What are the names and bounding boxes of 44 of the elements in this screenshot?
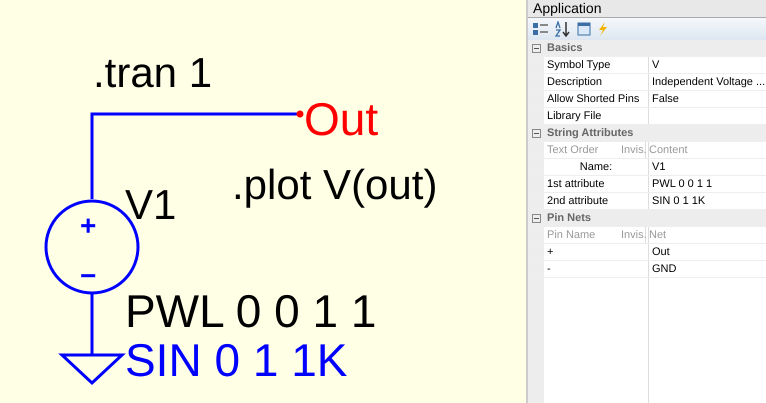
net-label: Out [304,96,378,142]
collapse-toggle[interactable] [532,214,540,222]
ground-icon [58,354,126,386]
column-header: Invis. [621,142,646,158]
property-value: False [651,93,679,105]
property-name: Library File [544,108,649,124]
property-value: Content [648,144,688,156]
dropdown[interactable]: Application [528,0,766,18]
section-header: String Attributes [546,127,634,139]
net-dot [296,110,304,118]
property-name: + [544,244,649,260]
property-name: 1st attribute [544,176,649,192]
categorized-icon[interactable] [532,21,550,37]
property-name: Allow Shorted Pins [544,91,649,107]
section-header: Pin Nets [546,212,592,224]
minus-sign: − [80,262,96,290]
directive-text: .tran 1 [93,52,212,94]
column-header: Invis. [621,227,646,243]
component-attribute: PWL 0 0 1 1 [125,288,376,334]
component-name: V1 [125,184,176,226]
section-header: Basics [546,42,582,54]
property-name: 2nd attribute [544,193,649,209]
property-value: GND [651,263,676,275]
property-name: Symbol Type [544,57,649,73]
property-value: Out [651,246,670,258]
property-value: V [651,59,660,71]
collapse-toggle[interactable] [532,128,540,138]
plus-sign: + [80,212,96,240]
property-value: Independent Voltage ... [651,76,766,88]
collapse-toggle[interactable] [532,44,540,52]
properties-icon[interactable] [576,21,592,37]
property-value: PWL 0 0 1 1 [651,178,712,190]
property-name: Description [544,74,649,90]
component-attribute: SIN 0 1 1K [125,337,348,383]
directive-text: .plot V(out) [232,164,438,206]
property-value: Net [648,229,666,241]
sort-icon[interactable] [554,21,572,37]
property-name: - [544,261,649,277]
property-name: Name: [544,159,649,175]
property-value: V1 [651,161,666,173]
property-name: Text Order [546,143,600,158]
wire [90,293,94,355]
property-name: Pin Name [546,228,596,243]
property-value: SIN 0 1 1K [651,195,706,207]
